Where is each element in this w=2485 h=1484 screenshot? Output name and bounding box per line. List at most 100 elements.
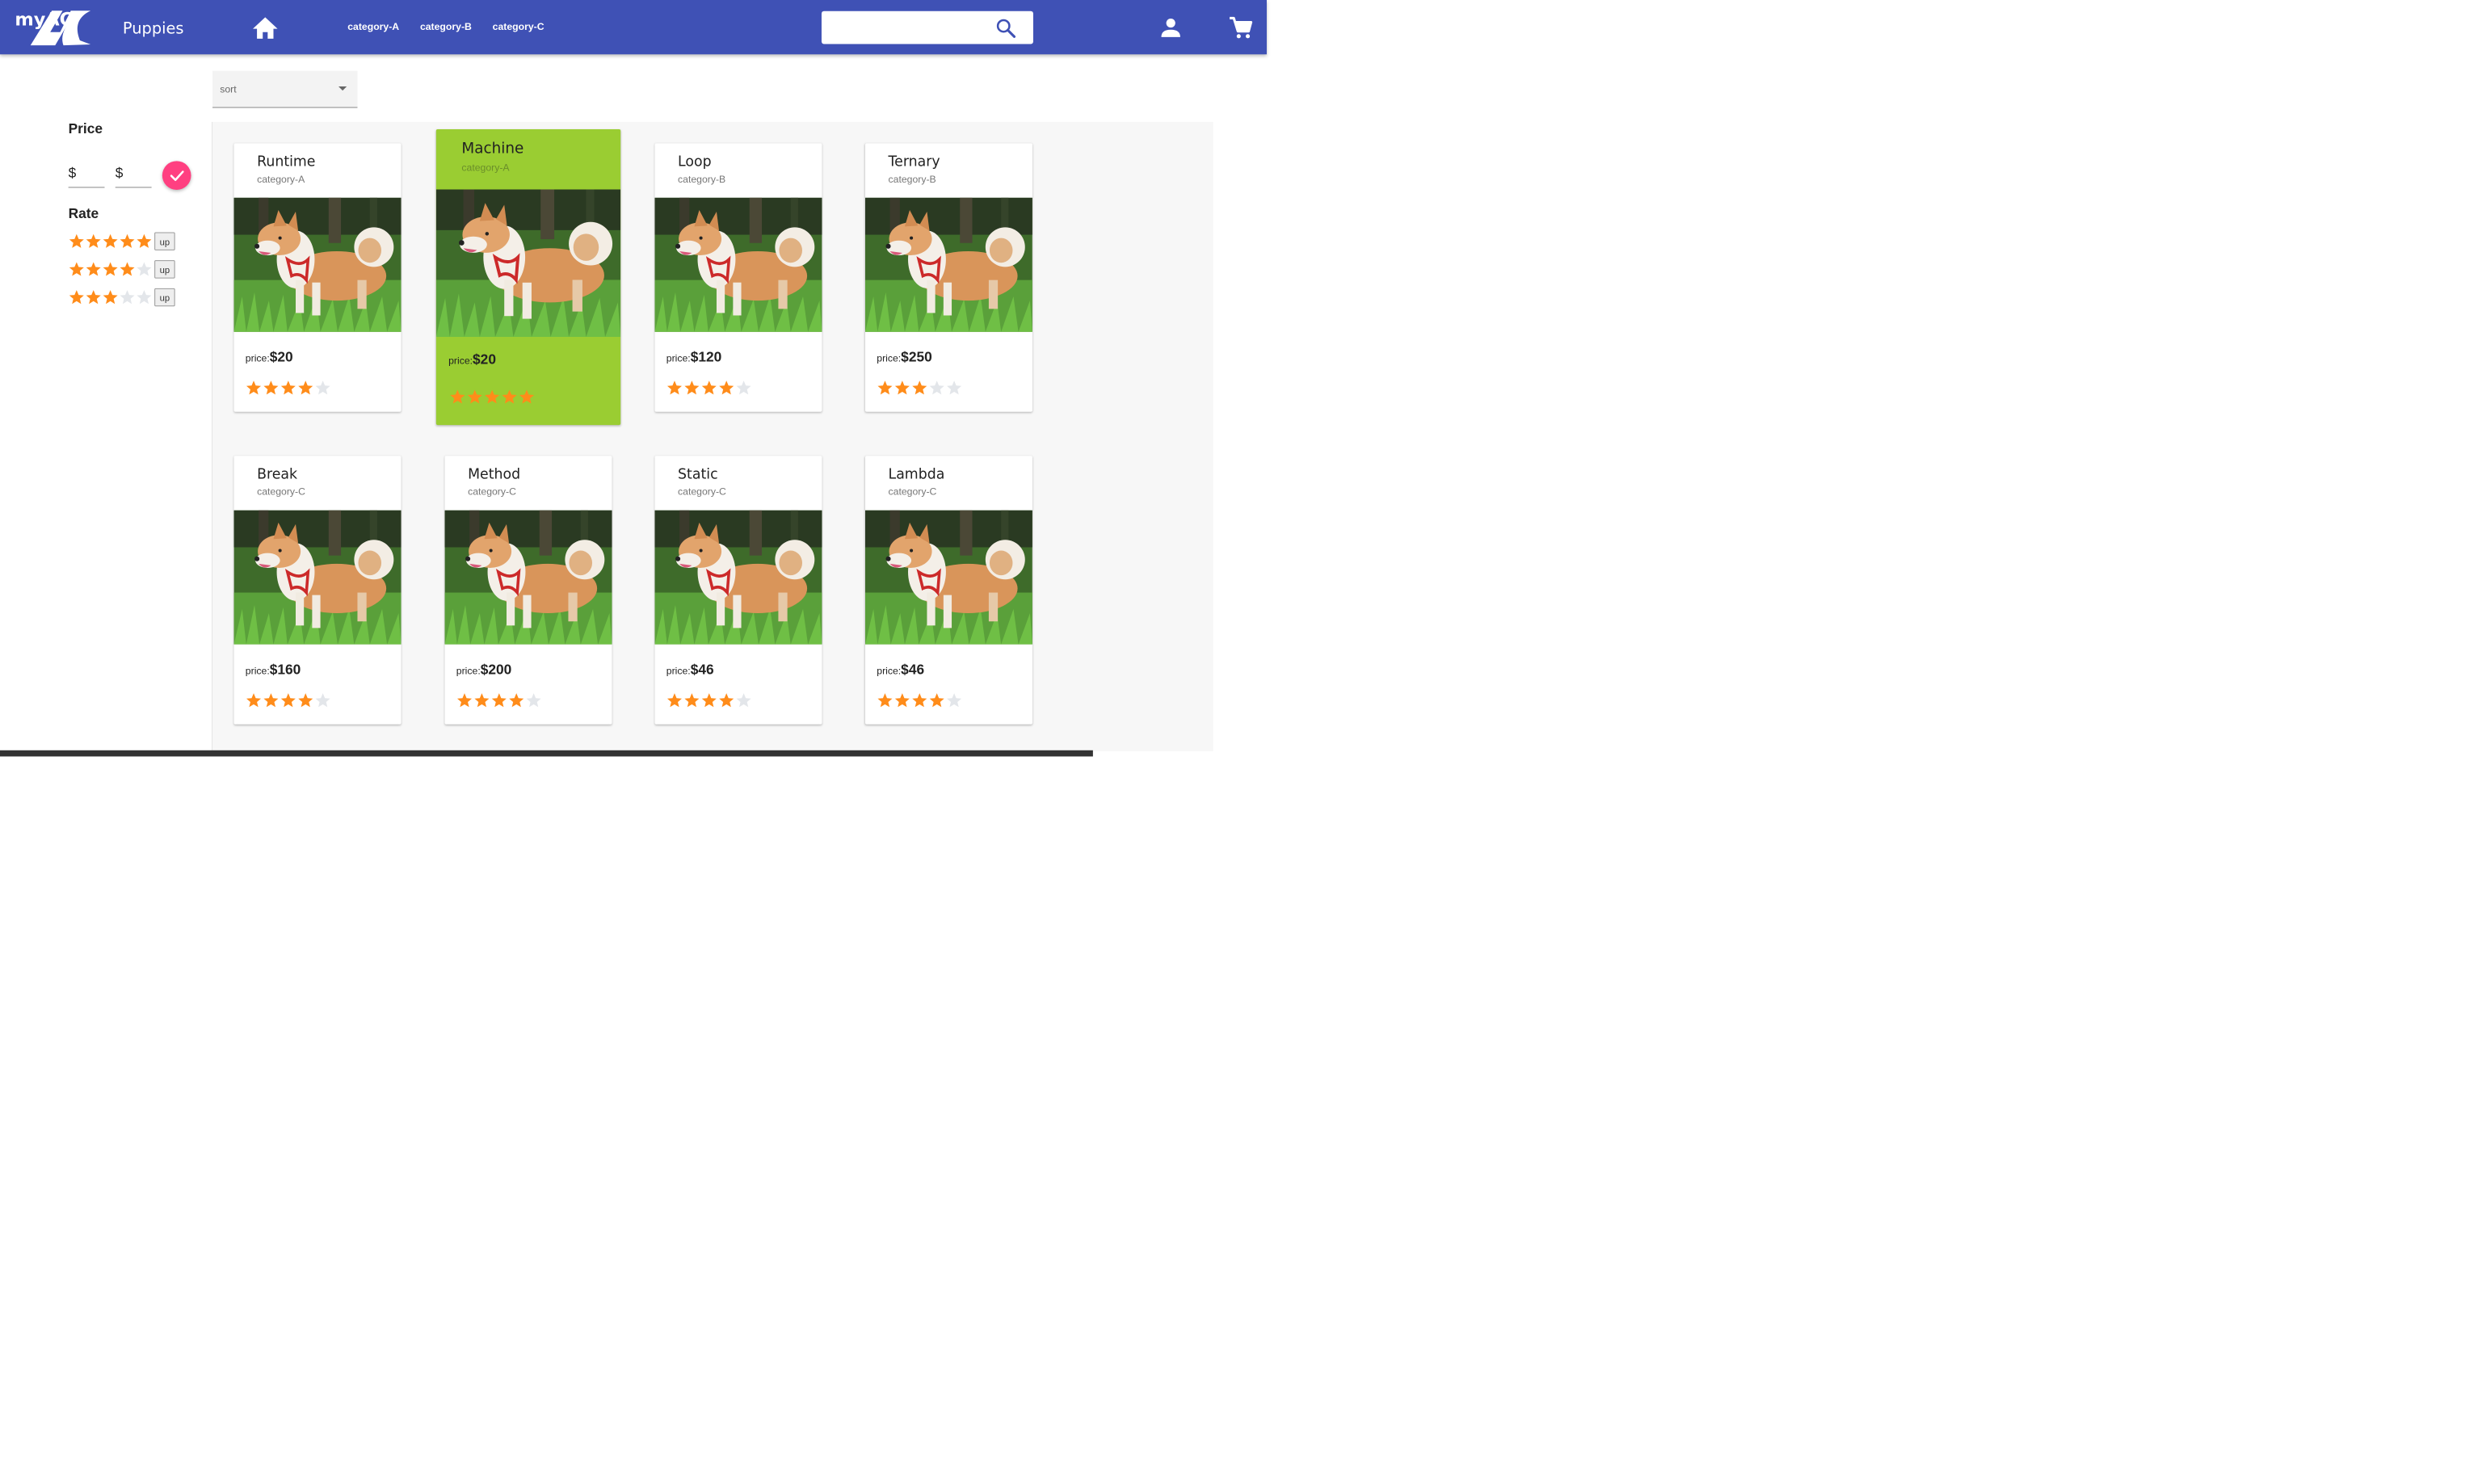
- home-icon[interactable]: [252, 16, 279, 40]
- product-title[interactable]: Loop: [678, 153, 712, 170]
- star-filled-icon: [136, 233, 152, 250]
- product-image[interactable]: [864, 510, 1032, 645]
- price-min-field[interactable]: $: [68, 158, 105, 188]
- star-filled-icon: [501, 389, 517, 405]
- star-empty-icon: [136, 289, 152, 305]
- product-price: price:$120: [666, 349, 721, 365]
- product-title[interactable]: Ternary: [889, 153, 940, 170]
- product-price: price:$46: [877, 662, 924, 678]
- product-rating: [449, 389, 557, 405]
- product-image[interactable]: [654, 197, 822, 332]
- star-filled-icon: [263, 380, 279, 396]
- star-filled-icon: [246, 380, 262, 396]
- star-filled-icon: [69, 233, 85, 250]
- star-filled-icon: [86, 261, 102, 277]
- star-empty-icon: [735, 692, 751, 708]
- product-rating: [666, 380, 774, 396]
- product-card[interactable]: Break category-C price:$160: [233, 456, 402, 725]
- price-value: $200: [480, 662, 512, 678]
- product-price: price:$200: [456, 662, 511, 678]
- product-image[interactable]: [864, 197, 1032, 332]
- product-title[interactable]: Lambda: [889, 466, 945, 482]
- currency-symbol: $: [115, 165, 124, 182]
- search-input[interactable]: [830, 18, 988, 38]
- product-card[interactable]: Static category-C price:$46: [654, 456, 822, 725]
- star-filled-icon: [297, 692, 313, 708]
- star-filled-icon: [894, 692, 910, 708]
- star-filled-icon: [894, 380, 910, 396]
- search-icon[interactable]: [995, 18, 1016, 38]
- star-filled-icon: [911, 380, 927, 396]
- logo[interactable]: myAC: [14, 7, 92, 47]
- product-title[interactable]: Runtime: [257, 153, 315, 170]
- nav-category-c[interactable]: category-C: [493, 22, 545, 33]
- star-filled-icon: [718, 692, 734, 708]
- search-box: [821, 11, 1033, 44]
- star-filled-icon: [508, 692, 524, 708]
- star-filled-icon: [102, 261, 118, 277]
- sort-select[interactable]: sort: [212, 70, 358, 108]
- brand-name[interactable]: Puppies: [123, 19, 184, 36]
- price-value: $20: [269, 349, 293, 365]
- product-category: category-A: [257, 174, 305, 185]
- product-card[interactable]: Lambda category-C price:$46: [864, 456, 1032, 725]
- star-empty-icon: [735, 380, 751, 396]
- star-filled-icon: [449, 389, 465, 405]
- product-title[interactable]: Method: [468, 466, 520, 482]
- price-label: price:: [877, 665, 902, 677]
- horizontal-scrollbar[interactable]: [0, 750, 1093, 757]
- product-rating: [666, 692, 774, 708]
- product-category: category-C: [257, 486, 305, 498]
- product-card[interactable]: Machine category-A price:$20: [435, 129, 621, 426]
- product-price: price:$250: [877, 349, 931, 365]
- sort-label: sort: [220, 83, 237, 95]
- cart-icon[interactable]: [1228, 15, 1253, 40]
- product-image[interactable]: [233, 197, 402, 332]
- star-filled-icon: [102, 233, 118, 250]
- currency-symbol: $: [68, 165, 77, 182]
- product-rating: [456, 692, 564, 708]
- star-filled-icon: [119, 233, 135, 250]
- product-price: price:$46: [666, 662, 714, 678]
- star-empty-icon: [314, 380, 330, 396]
- product-image[interactable]: [233, 510, 402, 645]
- product-card[interactable]: Loop category-B price:$120: [654, 143, 822, 412]
- star-filled-icon: [280, 380, 296, 396]
- rate-up-button[interactable]: up: [154, 288, 175, 307]
- star-filled-icon: [519, 389, 535, 405]
- nav-category-a[interactable]: category-A: [347, 22, 399, 33]
- star-filled-icon: [456, 692, 473, 708]
- product-card[interactable]: Ternary category-B price:$250: [864, 143, 1032, 412]
- star-filled-icon: [86, 289, 102, 305]
- product-category: category-B: [678, 174, 726, 185]
- product-card[interactable]: Runtime category-A price:$20: [233, 143, 402, 412]
- price-label: price:: [877, 352, 902, 364]
- star-filled-icon: [280, 692, 296, 708]
- star-filled-icon: [246, 692, 262, 708]
- star-filled-icon: [86, 233, 102, 250]
- product-title[interactable]: Static: [678, 466, 718, 482]
- product-image[interactable]: [435, 189, 621, 337]
- price-value: $250: [901, 349, 932, 365]
- product-price: price:$160: [246, 662, 301, 678]
- nav-category-b[interactable]: category-B: [420, 22, 472, 33]
- product-image[interactable]: [654, 510, 822, 645]
- product-title[interactable]: Machine: [461, 140, 523, 157]
- rate-up-button[interactable]: up: [154, 232, 175, 250]
- price-label: price:: [456, 665, 481, 677]
- price-label: price:: [245, 352, 270, 364]
- star-filled-icon: [473, 692, 490, 708]
- product-title[interactable]: Break: [257, 466, 297, 482]
- product-image[interactable]: [444, 510, 612, 645]
- price-max-field[interactable]: $: [115, 158, 152, 188]
- rate-filter-title: Rate: [68, 205, 99, 222]
- star-empty-icon: [946, 692, 962, 708]
- rate-up-button[interactable]: up: [154, 260, 175, 279]
- star-filled-icon: [877, 380, 893, 396]
- chevron-down-icon: [338, 86, 347, 91]
- product-card[interactable]: Method category-C price:$200: [444, 456, 612, 725]
- apply-price-button[interactable]: [162, 161, 191, 190]
- user-icon[interactable]: [1160, 17, 1180, 37]
- star-filled-icon: [484, 389, 500, 405]
- product-rating: [246, 692, 353, 708]
